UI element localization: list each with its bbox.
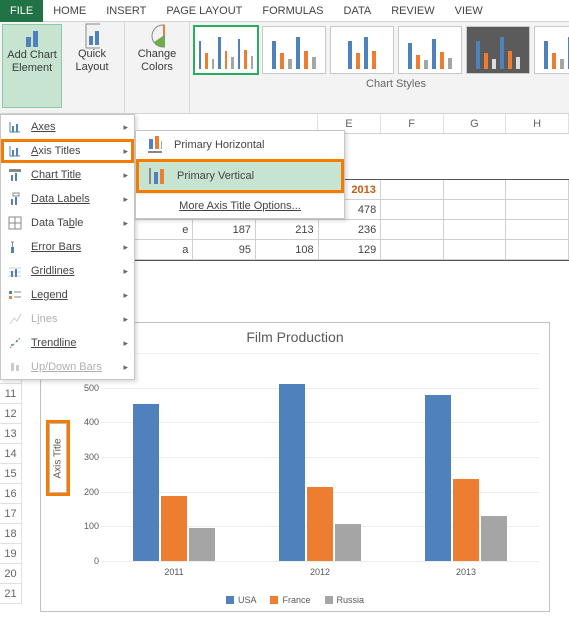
axis-titles-flyout: Primary Horizontal Primary Vertical More… [135,130,345,219]
row-20[interactable]: 20 [0,564,22,584]
chart-style-4[interactable] [398,26,462,74]
bar-USA-2011[interactable] [133,404,159,561]
cell-r3c3[interactable]: 129 [319,240,382,260]
chart-bars: 201120122013 [101,353,539,561]
col-f[interactable]: F [381,114,444,133]
bar-France-2011[interactable] [161,496,187,561]
bar-USA-2012[interactable] [279,384,305,561]
plot-area[interactable]: 0100200300400500600 201120122013 [101,353,539,561]
bar-USA-2013[interactable] [425,395,451,561]
cell-r2c1[interactable]: 187 [193,220,256,240]
menu-data-table[interactable]: Data Table▸ [1,211,134,235]
chart-style-5[interactable] [466,26,530,74]
chart-legend[interactable]: USA France Russia [41,595,549,605]
menu-chart-title[interactable]: Chart Title▸ [1,163,134,187]
menu-data-labels[interactable]: Data Labels▸ [1,187,134,211]
chart-style-3[interactable] [330,26,394,74]
chart-style-2[interactable] [262,26,326,74]
axes-icon [7,119,23,135]
legend-USA[interactable]: USA [226,595,257,605]
chart-style-1[interactable] [194,26,258,74]
bar-Russia-2011[interactable] [189,528,215,561]
menu-lines: Lines▸ [1,307,134,331]
row-11[interactable]: 11 [0,384,22,404]
trendline-icon [7,335,23,351]
bar-Russia-2012[interactable] [335,524,361,561]
legend-France[interactable]: France [270,595,310,605]
flyout-primary-vertical[interactable]: Primary Vertical [138,161,342,191]
ribbon-tabstrip: FILE HOME INSERT PAGE LAYOUT FORMULAS DA… [0,0,569,22]
col-h[interactable]: H [506,114,569,133]
menu-up-down-bars: Up/Down Bars▸ [1,355,134,379]
quick-layout-button[interactable]: Quick Layout [62,24,122,108]
tab-page-layout[interactable]: PAGE LAYOUT [156,0,252,22]
tab-insert[interactable]: INSERT [96,0,156,22]
tab-view[interactable]: VIEW [445,0,493,22]
menu-legend[interactable]: Legend▸ [1,283,134,307]
row-13[interactable]: 13 [0,424,22,444]
lines-icon [7,311,23,327]
data-table-icon [7,215,23,231]
primary-vertical-icon [149,168,165,184]
vertical-axis-title[interactable]: Axis Title [49,423,67,493]
row-18[interactable]: 18 [0,524,22,544]
change-colors-icon [149,28,165,44]
legend-Russia[interactable]: Russia [325,595,365,605]
tab-formulas[interactable]: FORMULAS [252,0,333,22]
error-bars-icon [7,239,23,255]
add-chart-element-button[interactable]: Add Chart Element [2,24,62,108]
up-down-bars-icon [7,359,23,375]
tab-file[interactable]: FILE [0,0,43,22]
menu-gridlines[interactable]: Gridlines▸ [1,259,134,283]
flyout-more-options[interactable]: More Axis Title Options... [136,193,344,218]
y-axis-labels: 0100200300400500600 [73,353,99,561]
change-colors-label: Change Colors [138,48,177,74]
chart-title-icon [7,167,23,183]
row-16[interactable]: 16 [0,484,22,504]
quick-layout-icon [84,28,100,44]
col-g[interactable]: G [444,114,507,133]
row-12[interactable]: 12 [0,404,22,424]
menu-trendline[interactable]: Trendline▸ [1,331,134,355]
ribbon: Add Chart Element Quick Layout Change Co… [0,22,569,114]
cell-r3c1[interactable]: 95 [193,240,256,260]
add-chart-element-menu: Axes▸ Axis Titles▸ Chart Title▸ Data Lab… [0,114,135,380]
chart-plus-icon [24,29,40,45]
change-colors-button[interactable]: Change Colors [127,24,187,108]
menu-error-bars[interactable]: Error Bars▸ [1,235,134,259]
row-14[interactable]: 14 [0,444,22,464]
bar-France-2012[interactable] [307,487,333,561]
cell-r3c2[interactable]: 108 [256,240,319,260]
tab-data[interactable]: DATA [334,0,382,22]
axis-titles-icon [7,143,23,159]
chart-styles-label: Chart Styles [194,78,569,90]
tab-review[interactable]: REVIEW [381,0,444,22]
flyout-primary-horizontal[interactable]: Primary Horizontal [136,131,344,159]
menu-axis-titles[interactable]: Axis Titles▸ [1,139,134,163]
row-21[interactable]: 21 [0,584,22,604]
primary-horizontal-icon [146,137,162,153]
bar-Russia-2013[interactable] [481,516,507,561]
cell-r2c3[interactable]: 236 [319,220,382,240]
chart-style-6[interactable] [534,26,569,74]
cell-r2c2[interactable]: 213 [256,220,319,240]
quick-layout-label: Quick Layout [75,48,108,74]
row-17[interactable]: 17 [0,504,22,524]
bar-France-2013[interactable] [453,479,479,561]
legend-icon [7,287,23,303]
chart-styles-group: Chart Styles [190,22,569,113]
add-chart-element-label: Add Chart Element [7,49,57,75]
row-15[interactable]: 15 [0,464,22,484]
row-19[interactable]: 19 [0,544,22,564]
tab-home[interactable]: HOME [43,0,96,22]
data-labels-icon [7,191,23,207]
menu-axes[interactable]: Axes▸ [1,115,134,139]
gridlines-icon [7,263,23,279]
